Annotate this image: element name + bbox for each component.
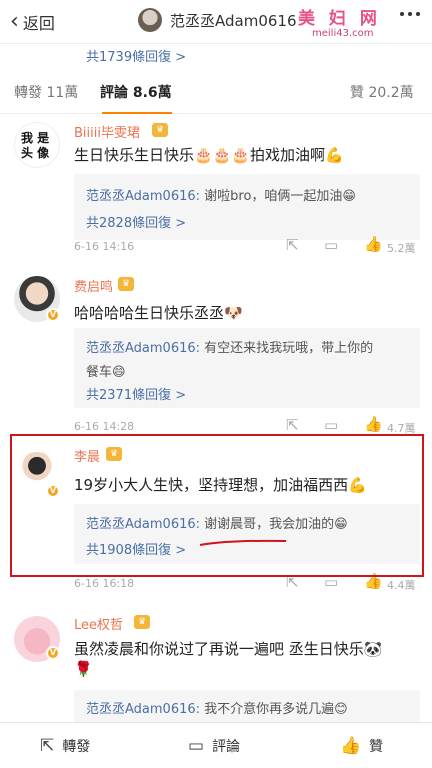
repost-label: 轉發 [62,739,91,755]
reply-preview[interactable]: 范丞丞Adam0616: 谢啦bro，咱俩一起加油😁 共2828條回復 > [74,174,420,240]
reply-text: 谢啦bro，咱俩一起加油😁 [200,189,356,204]
comment-icon[interactable]: ▭ [324,236,338,254]
comment-text: 虽然凌晨和你说过了再说一遍吧 丞生日快乐🐼 [74,640,383,658]
comment-label: 評論 [212,739,241,755]
highlight-frame [10,434,424,577]
avatar-text: 我 是 头 像 [21,131,50,160]
reply-count[interactable]: 共2371條回復 > [86,384,186,403]
reply-preview[interactable]: 范丞丞Adam0616: 有空还来找我玩哦，带上你的 餐车😄 共2371條回復 … [74,328,420,408]
watermark-text: 美 妇 网 [298,9,381,29]
active-tab-indicator [102,112,172,114]
back-button[interactable]: ‹ 返回 [10,10,55,34]
reply-author[interactable]: 范丞丞Adam0616: [86,702,200,717]
top-reply-count[interactable]: 共1739條回復 > [86,46,186,65]
chevron-left-icon: ‹ [10,9,19,34]
comment-text: 生日快乐生日快乐🎂🎂🎂拍戏加油啊💪 [74,146,344,164]
comment-time: 6-16 16:18 [74,577,135,590]
tab-comments[interactable]: 評論 8.6萬 [100,82,172,102]
reply-author[interactable]: 范丞丞Adam0616: [86,189,200,204]
rank-badge-icon: ♛ [118,277,134,291]
thumbs-up-icon: 👍 [340,736,362,756]
comment-button[interactable]: ▭ 評論 [188,736,240,756]
like-label: 贊 [369,739,384,755]
repost-button[interactable]: ⇱ 轉發 [40,736,90,756]
reply-text: 我不介意你再多说几遍😊 [200,702,348,717]
comment-author[interactable]: Biiiii毕雯珺 [74,122,140,141]
page-title: 范丞丞Adam0616 [170,11,297,30]
comment-author[interactable]: Lee权哲 [74,614,123,633]
tab-bar: 轉發 11萬 評論 8.6萬 贊 20.2萬 [0,64,432,114]
more-icon[interactable] [400,12,420,16]
like-count: 4.4萬 [387,579,416,592]
top-bar: ‹ 返回 范丞丞Adam0616 美 妇 网 meili43.com [0,0,432,44]
rank-badge-icon: ♛ [134,615,150,629]
reply-text: 有空还来找我玩哦，带上你的 [200,341,374,356]
comment-text: 哈哈哈哈生日快乐丞丞🐶 [74,304,243,322]
repost-icon[interactable]: ⇱ [286,416,299,434]
verified-icon: V [46,646,60,660]
reply-author[interactable]: 范丞丞Adam0616: [86,341,200,356]
rank-badge-icon: ♛ [152,123,168,137]
header-user[interactable]: 范丞丞Adam0616 [138,8,297,32]
reply-count[interactable]: 共2828條回復 > [86,212,186,231]
avatar[interactable]: 我 是 头 像 [14,122,60,168]
repost-icon: ⇱ [40,736,55,756]
comment-author[interactable]: 费启鸣 [74,276,113,295]
like-button[interactable]: 👍 贊 [340,736,383,756]
verified-icon: V [46,308,60,322]
watermark-url: meili43.com [312,28,374,39]
comment-time: 6-16 14:28 [74,420,135,433]
bottom-action-bar: ⇱ 轉發 ▭ 評論 👍 贊 [0,722,432,768]
back-label: 返回 [22,14,55,33]
thumbs-up-icon[interactable]: 👍 [364,235,383,253]
repost-icon[interactable]: ⇱ [286,236,299,254]
tab-likes[interactable]: 贊 20.2萬 [350,82,414,102]
like-count: 5.2萬 [387,242,416,255]
comment-icon: ▭ [188,736,205,756]
comment-text-cont: 🌹 [74,660,93,678]
comment-time: 6-16 14:16 [74,240,135,253]
tab-repost[interactable]: 轉發 11萬 [14,82,78,102]
watermark-logo: 美 妇 网 meili43.com [298,4,388,44]
thumbs-up-icon[interactable]: 👍 [364,415,383,433]
reply-text-cont: 餐车😄 [86,365,126,380]
red-underline-mark [199,539,287,546]
reply-preview[interactable]: 范丞丞Adam0616: 我不介意你再多说几遍😊 [74,690,420,722]
avatar [138,8,162,32]
comment-icon[interactable]: ▭ [324,416,338,434]
